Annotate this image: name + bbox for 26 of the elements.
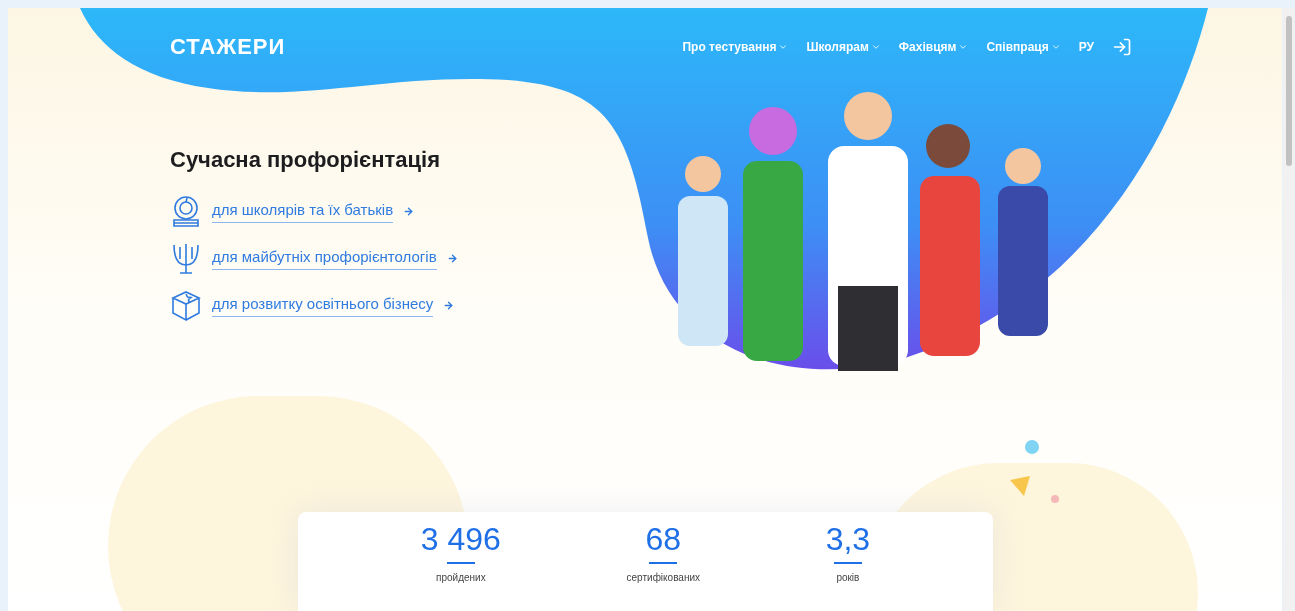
box-star-icon: [170, 288, 202, 322]
stat-label: років: [836, 571, 860, 586]
nav-link[interactable]: РУ: [1078, 37, 1094, 56]
arrow-icon: [446, 252, 458, 264]
stat-label: пройдених: [436, 571, 486, 586]
stat-label: сертифікованих: [626, 571, 700, 586]
triangle-decoration: [1010, 476, 1030, 496]
login-icon[interactable]: [1112, 36, 1132, 57]
nav-link[interactable]: Співпраця: [986, 37, 1061, 56]
stat-value: 3,3: [825, 520, 871, 559]
dot-decoration: [1051, 495, 1059, 503]
stat-value: 68: [645, 520, 682, 559]
logo[interactable]: СТАЖЕРИ: [170, 30, 286, 63]
nav-link[interactable]: Про тестування: [682, 37, 789, 56]
nav-link[interactable]: Фахівцям: [898, 37, 969, 56]
arrow-icon: [403, 205, 415, 217]
audience-link[interactable]: для школярів та їх батьків: [212, 199, 394, 223]
scrollbar[interactable]: [1283, 8, 1294, 611]
dot-decoration: [1025, 440, 1039, 454]
hero-title: Сучасна профорієнтація: [170, 146, 442, 174]
stat-value: 3 496: [420, 520, 501, 559]
nav-link[interactable]: Школярам: [806, 37, 881, 56]
audience-link[interactable]: для розвитку освітнього бізнесу: [212, 293, 434, 317]
arrow-icon: [443, 299, 455, 311]
audience-link[interactable]: для майбутніх профорієнтологів: [212, 246, 437, 270]
psi-icon: [170, 241, 202, 275]
